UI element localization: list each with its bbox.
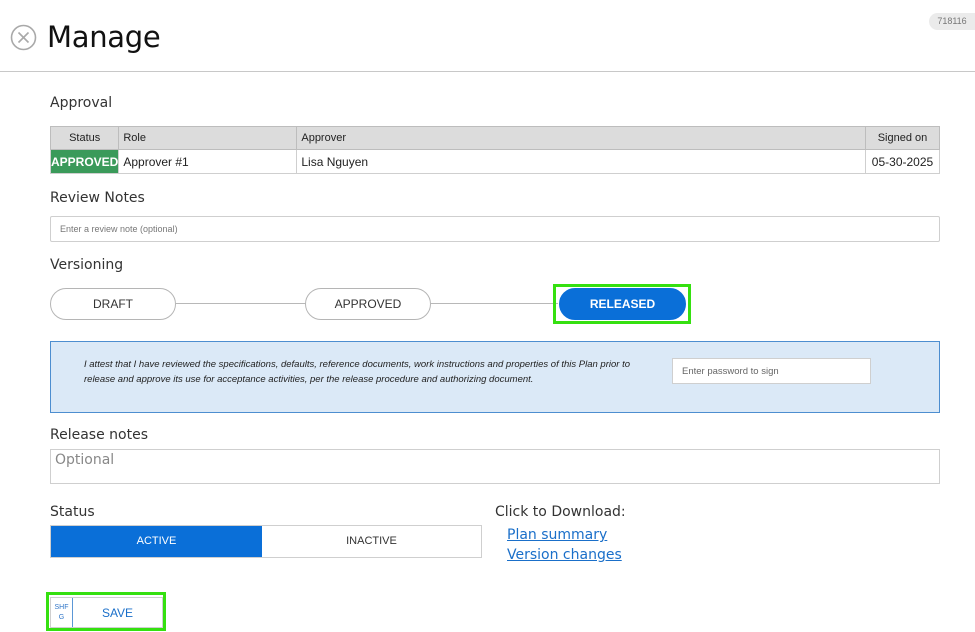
version-connector — [176, 303, 306, 304]
review-note-input[interactable] — [50, 216, 940, 242]
version-connector — [431, 303, 558, 304]
table-row: APPROVED Approver #1 Lisa Nguyen 05-30-2… — [49, 149, 940, 174]
column-header-signed-on: Signed on — [865, 126, 940, 150]
download-label: Click to Download: — [495, 504, 626, 520]
plan-summary-link[interactable]: Plan summary — [507, 527, 607, 543]
versioning-label: Versioning — [50, 257, 124, 273]
status-toggle: ACTIVE INACTIVE — [50, 525, 482, 558]
approval-approver-cell: Lisa Nguyen — [296, 149, 866, 174]
version-step-approved[interactable]: APPROVED — [305, 288, 431, 320]
status-label: Status — [50, 504, 95, 520]
page-title: Manage — [47, 20, 161, 54]
approval-label: Approval — [50, 95, 113, 111]
record-id-badge: 718116 — [929, 13, 975, 30]
approval-table: Status Role Approver Signed on APPROVED … — [49, 126, 940, 174]
close-circle-icon[interactable] — [10, 24, 37, 51]
release-notes-label: Release notes — [50, 427, 148, 443]
released-highlight-box — [553, 284, 691, 324]
column-header-status: Status — [49, 126, 120, 150]
approval-signed-on-cell: 05-30-2025 — [865, 149, 940, 174]
attestation-panel: I attest that I have reviewed the specif… — [50, 341, 940, 413]
status-option-inactive[interactable]: INACTIVE — [262, 526, 481, 557]
column-header-approver: Approver — [296, 126, 866, 150]
password-sign-input[interactable] — [672, 358, 871, 384]
approval-status-badge: APPROVED — [49, 149, 120, 174]
release-notes-input[interactable] — [50, 449, 940, 484]
header: Manage 718116 — [0, 0, 975, 72]
column-header-role: Role — [118, 126, 298, 150]
approval-table-header: Status Role Approver Signed on — [49, 126, 940, 150]
version-step-draft[interactable]: DRAFT — [50, 288, 176, 320]
save-highlight-box — [46, 592, 166, 631]
status-option-active[interactable]: ACTIVE — [51, 526, 262, 557]
review-notes-label: Review Notes — [50, 190, 145, 206]
approval-role-cell: Approver #1 — [118, 149, 298, 174]
attestation-text: I attest that I have reviewed the specif… — [84, 359, 631, 385]
version-changes-link[interactable]: Version changes — [507, 547, 622, 563]
